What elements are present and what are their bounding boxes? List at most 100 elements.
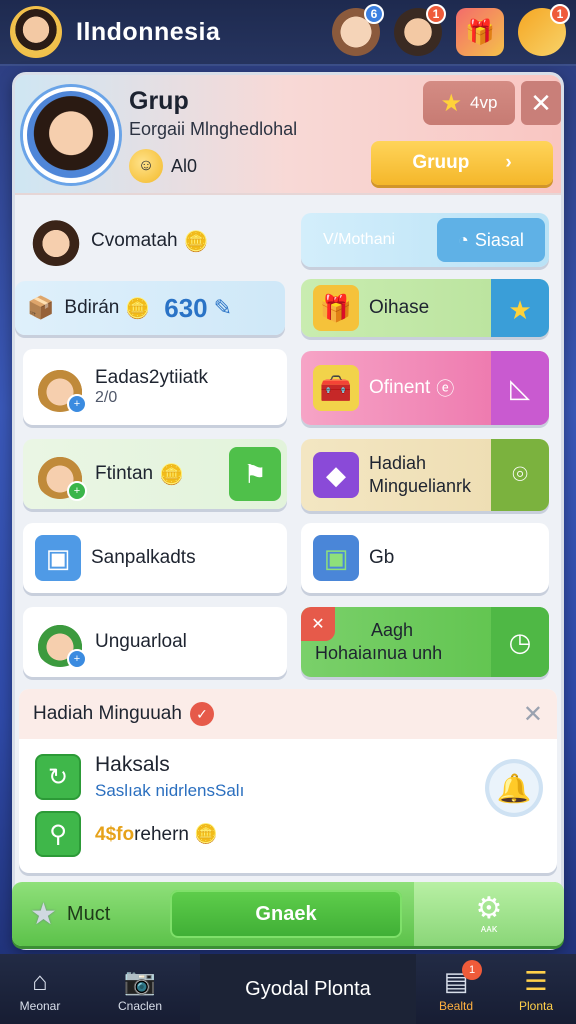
star-icon: ★ xyxy=(508,294,532,325)
list-item-label: Cvomatah xyxy=(91,230,178,251)
weekly-rewards-card: Hadiah Minguuah ✓ ✕ ↻ Haksals Saslıak ni… xyxy=(19,689,557,873)
main-action-button[interactable]: Gnaek xyxy=(170,890,402,938)
star-button[interactable]: ★ xyxy=(491,279,549,337)
bottom-nav: ⌂ Meonar 📷 Cnaclen Gyodal Plonta ▤ 1 Bea… xyxy=(0,954,576,1024)
list-item-unguarloal[interactable]: + Unguarloal xyxy=(23,607,287,677)
toggle-option-b-label: Siasal xyxy=(474,229,524,250)
list-item-sanpalkadts[interactable]: ▣ Sanpalkadts xyxy=(23,523,287,593)
nav-item-plonta[interactable]: ☰ Plonta xyxy=(496,954,576,1024)
app-title: Ilndonnesia xyxy=(76,17,221,46)
coin-icon: 🪙 xyxy=(194,824,218,845)
list-item-sub: Minguelianrk xyxy=(369,476,472,496)
reward-sub: Saslıak nidrlensSalı xyxy=(95,781,245,800)
coin-icon: 🪙 xyxy=(159,463,184,486)
value-text: 630 xyxy=(164,292,208,323)
star-icon: ★ xyxy=(30,897,57,931)
cube-icon: ▣ xyxy=(313,535,359,581)
badge-button[interactable]: ⌾ xyxy=(491,439,549,511)
timer-button[interactable]: ◷ xyxy=(491,607,549,677)
reward-amount-rest: rehern xyxy=(134,824,189,845)
list-item-bdiran[interactable]: 📦 Bdirán 🪙 630 ✎ xyxy=(15,281,285,335)
list-item-ofinent[interactable]: 🧰 Ofinent ⓔ ◺ xyxy=(301,351,549,425)
nav-label: Plonta xyxy=(518,998,554,1013)
must-button[interactable]: ★ Muct xyxy=(30,897,170,932)
vip-label: 4vp xyxy=(470,93,498,112)
toggle-option-b[interactable]: ◔ Siasal xyxy=(436,218,545,262)
vip-chip[interactable]: ★ 4vp xyxy=(423,81,515,125)
notification-badge: 1 xyxy=(426,4,446,24)
list-item-sub: Hohaiaınua unh xyxy=(315,643,443,663)
action-button[interactable]: ⚑ xyxy=(229,447,281,501)
top-icons: 6 1 🎁 1 xyxy=(332,4,570,56)
reward-icon: ↻ xyxy=(35,754,81,800)
coin-icon: 🪙 xyxy=(183,230,209,253)
elf-avatar-icon: + xyxy=(35,617,87,669)
group-header-card: Grup Eorgaii Mlnghedlohal ☺ Al0 ★ 4vp ✕ … xyxy=(15,75,561,195)
nav-center-title[interactable]: Gyodal Plonta xyxy=(200,954,416,1024)
plus-icon: + xyxy=(67,394,87,414)
info-icon: ⓔ xyxy=(436,379,455,399)
triangle-icon: ◺ xyxy=(510,372,530,403)
reward-amount-gold: 4$fo xyxy=(95,824,135,845)
reward-title: Haksals xyxy=(95,753,170,776)
reward-text: Haksals Saslıak nidrlensSalı xyxy=(95,753,244,801)
action-bar: ★ Muct Gnaek ⚙ ᴀᴀᴋ xyxy=(12,882,564,946)
toggle-option-a[interactable]: V/Mothani xyxy=(323,231,437,249)
nav-item-camera[interactable]: 📷 Cnaclen xyxy=(80,954,200,1024)
main-panel: Grup Eorgaii Mlnghedlohal ☺ Al0 ★ 4vp ✕ … xyxy=(12,72,564,950)
pencil-icon: ✎ xyxy=(213,295,233,320)
nav-item-board[interactable]: ▤ 1 Bealtd xyxy=(416,954,496,1024)
list-item-label: Sanpalkadts xyxy=(91,547,196,568)
treasure-chest-icon[interactable]: 1 xyxy=(518,4,570,56)
list-item-label: Gb xyxy=(369,547,395,568)
item-text: Hadiah Minguelianrk xyxy=(369,452,471,499)
nav-center-label: Gyodal Plonta xyxy=(245,977,371,1000)
settings-label: ᴀᴀᴋ xyxy=(480,922,498,935)
character-avatar-icon[interactable]: 1 xyxy=(394,4,446,56)
item-text: Eadas2ytiiatk 2/0 xyxy=(95,367,208,407)
treasure-icon: 🧰 xyxy=(313,365,359,411)
group-button-label: Gruup xyxy=(412,152,470,173)
list-item-label: Ofinent xyxy=(369,377,431,398)
home-icon: ⌂ xyxy=(32,965,48,996)
plus-icon: + xyxy=(67,649,87,669)
main-action-label: Gnaek xyxy=(255,902,317,925)
list-item-eadas[interactable]: + Eadas2ytiiatk 2/0 xyxy=(23,349,287,425)
list-item-label: Oihase xyxy=(369,297,430,318)
reward-amount-row[interactable]: ⚲ 4$forehern 🪙 xyxy=(35,811,218,857)
camera-icon: 📷 xyxy=(123,965,157,996)
nav-item-home[interactable]: ⌂ Meonar xyxy=(0,954,80,1024)
list-item-label: Bdirán xyxy=(64,297,120,318)
group-button[interactable]: Gruup › xyxy=(371,141,553,185)
bell-icon[interactable]: 🔔 xyxy=(485,759,543,817)
list-item-sub: 2/0 xyxy=(95,389,118,406)
list-item-aagh[interactable]: ✕ Aagh Hohaiaınua unh ◷ xyxy=(301,607,549,677)
user-avatar[interactable] xyxy=(10,6,62,58)
toggle-pill[interactable]: V/Mothani ◔ Siasal xyxy=(301,213,549,267)
list-item-hadiah[interactable]: ◆ Hadiah Minguelianrk ⌾ xyxy=(301,439,549,511)
settings-button[interactable]: ⚙ ᴀᴀᴋ xyxy=(414,882,564,946)
list-item-gb[interactable]: ▣ Gb xyxy=(301,523,549,593)
reward-item[interactable]: ↻ Haksals Saslıak nidrlensSalı xyxy=(35,753,244,801)
plus-icon: + xyxy=(67,481,87,501)
close-icon[interactable]: ✕ xyxy=(523,700,543,729)
header-subtitle: Eorgaii Mlnghedlohal xyxy=(129,119,298,139)
list-item-label: Ftintan xyxy=(95,463,154,484)
list-item-ftintan[interactable]: + Ftintan 🪙 ⚑ xyxy=(23,439,287,509)
close-button[interactable]: ✕ xyxy=(521,81,561,125)
gear-icon: ⚙ xyxy=(475,891,503,925)
friend-avatar-icon[interactable]: 6 xyxy=(332,4,384,56)
must-label: Muct xyxy=(66,902,111,925)
timer-icon: ◷ xyxy=(508,626,532,657)
farmer-avatar-icon: + xyxy=(35,449,87,501)
list-item-cvomatah[interactable]: Cvomatah 🪙 xyxy=(19,205,285,277)
list-item-label: Unguarloal xyxy=(95,631,187,652)
gift-box-icon[interactable]: 🎁 xyxy=(456,8,504,56)
triangle-button[interactable]: ◺ xyxy=(491,351,549,425)
nav-label: Bealtd xyxy=(438,998,474,1013)
clock-icon: ◔ xyxy=(457,229,469,250)
list-item-title: Aagh xyxy=(371,619,414,640)
list-item-oihase[interactable]: 🎁 Oihase ★ xyxy=(301,279,549,337)
profile-avatar[interactable] xyxy=(23,87,119,183)
flag-icon: ⚑ xyxy=(243,458,267,489)
